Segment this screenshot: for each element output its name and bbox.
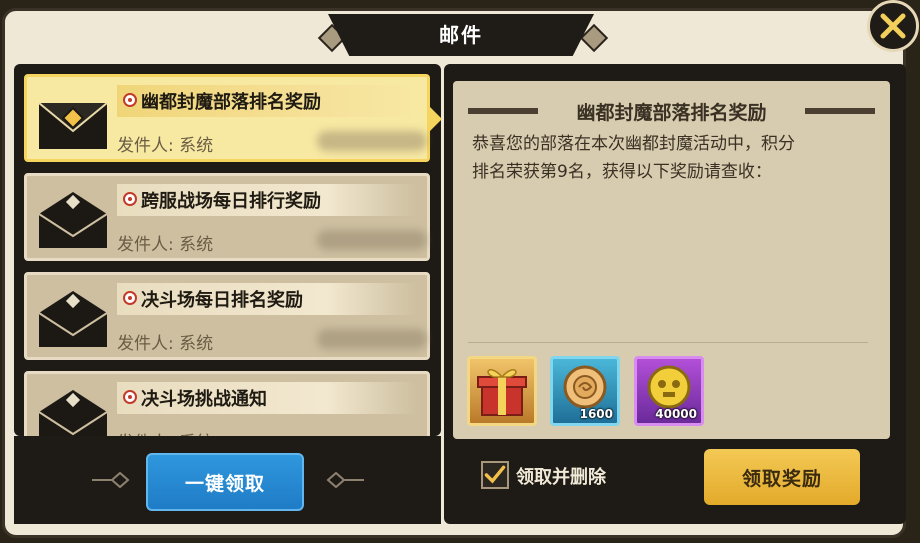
- mail-item-1[interactable]: 幽都封魔部落排名奖励 发件人: 系统: [24, 74, 430, 162]
- mail-subject: 决斗场挑战通知: [141, 389, 267, 410]
- mail-subject: 跨服战场每日排行奖励: [141, 191, 321, 212]
- envelope-open-icon: [38, 102, 108, 149]
- blurred-date: [317, 230, 427, 250]
- mail-list[interactable]: 幽都封魔部落排名奖励 发件人: 系统 跨服战场每日排行奖励 发件人: 系统 决斗…: [14, 64, 441, 436]
- blurred-date: [317, 329, 427, 349]
- detail-title: 幽都封魔部落排名奖励: [576, 102, 767, 124]
- delete-after-claim-label[interactable]: 领取并删除: [516, 463, 606, 489]
- reward-quantity: 1600: [579, 407, 613, 421]
- right-ornament-icon: [326, 471, 364, 489]
- unread-dot-icon: [123, 192, 137, 206]
- mail-item-4[interactable]: 决斗场挑战通知 发件人: 系统: [24, 371, 430, 436]
- delete-after-claim-checkbox[interactable]: [481, 461, 509, 489]
- unread-dot-icon: [123, 291, 137, 305]
- envelope-closed-icon: [38, 291, 108, 347]
- claim-all-button[interactable]: 一键领取: [146, 453, 304, 511]
- reward-item-3[interactable]: 40000: [634, 356, 704, 426]
- mail-item-3[interactable]: 决斗场每日排名奖励 发件人: 系统: [24, 272, 430, 360]
- close-button[interactable]: [867, 0, 919, 52]
- blurred-date: [317, 131, 427, 151]
- selected-indicator-arrow: [430, 107, 442, 131]
- claim-reward-button[interactable]: 领取奖励: [704, 449, 860, 505]
- detail-body-line-1: 恭喜您的部落在本次幽都封魔活动中，积分: [472, 134, 795, 154]
- reward-item-2[interactable]: 1600: [550, 356, 620, 426]
- left-ornament-icon: [92, 471, 130, 489]
- mail-subject: 幽都封魔部落排名奖励: [141, 92, 321, 113]
- envelope-closed-icon: [38, 192, 108, 248]
- mail-subject: 决斗场每日排名奖励: [141, 290, 303, 311]
- divider: [468, 342, 868, 343]
- envelope-closed-icon: [38, 390, 108, 436]
- mail-sender: 发件人: 系统: [117, 136, 214, 156]
- unread-dot-icon: [123, 93, 137, 107]
- unread-dot-icon: [123, 390, 137, 404]
- mail-sender: 发件人: 系统: [117, 334, 214, 354]
- mail-sender: 发件人: 系统: [117, 428, 213, 436]
- checkmark-icon: [484, 465, 506, 484]
- reward-item-1[interactable]: [467, 356, 537, 426]
- gift-box-icon: [477, 369, 527, 416]
- mail-sender: 发件人: 系统: [117, 235, 214, 255]
- mail-item-2[interactable]: 跨服战场每日排行奖励 发件人: 系统: [24, 173, 430, 261]
- reward-quantity: 40000: [655, 407, 697, 421]
- detail-body: 恭喜您的部落在本次幽都封魔活动中，积分 排名荣获第9名，获得以下奖励请查收：: [472, 130, 862, 186]
- close-icon: [880, 13, 906, 39]
- detail-body-line-2: 排名荣获第9名，获得以下奖励请查收：: [472, 162, 772, 182]
- window-title: 邮件: [439, 23, 483, 47]
